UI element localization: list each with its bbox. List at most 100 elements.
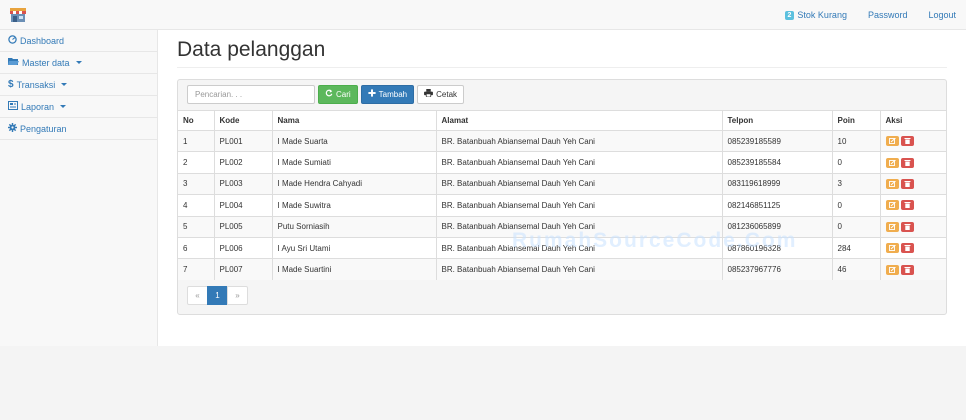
row-number-cell: 2 <box>178 151 214 174</box>
row-nama-cell: I Made Suarta <box>271 129 436 152</box>
sidebar-item-transaksi[interactable]: $ Transaksi <box>0 74 157 96</box>
column-header: Aksi <box>879 110 946 131</box>
row-telpon-cell: 085239185584 <box>721 151 832 174</box>
column-header[interactable]: Telpon <box>721 110 832 131</box>
dollar-icon: $ <box>8 79 14 90</box>
row-aksi-cell <box>879 172 946 195</box>
tambah-button[interactable]: Tambah <box>360 84 415 104</box>
password-link[interactable]: Password <box>868 10 908 20</box>
row-number-cell: 3 <box>178 172 214 195</box>
row-number-cell: 6 <box>178 236 214 259</box>
trash-icon[interactable] <box>900 264 914 275</box>
sidebar-item-label: Transaksi <box>16 79 56 90</box>
trash-icon[interactable] <box>900 221 914 232</box>
edit-icon[interactable] <box>885 243 899 254</box>
toolbar: Cari Tambah Cetak <box>187 84 465 104</box>
plus-icon <box>368 89 376 99</box>
row-aksi-cell <box>879 236 946 259</box>
pagination-prev[interactable]: « <box>187 286 208 305</box>
sidebar-item-laporan[interactable]: Laporan <box>0 96 157 118</box>
row-poin-cell: 10 <box>831 129 880 152</box>
sidebar-item-pengaturan[interactable]: Pengaturan <box>0 118 157 140</box>
row-number-cell: 4 <box>178 194 214 217</box>
edit-icon[interactable] <box>885 136 899 147</box>
trash-icon[interactable] <box>900 200 914 211</box>
stok-kurang-link[interactable]: 2 Stok Kurang <box>784 10 847 20</box>
table-row: 4 PL004 I Made Suwitra BR. Batanbuah Abians… <box>178 194 946 217</box>
report-icon <box>8 101 18 112</box>
table-row: 7 PL007 I Made Suartini BR. Batanbuah Abian… <box>178 258 946 281</box>
row-nama-cell: I Made Suwitra <box>271 194 436 217</box>
row-kode-cell: PL002 <box>213 151 272 174</box>
row-kode-cell: PL003 <box>213 172 272 195</box>
table-row: 1 PL001 I Made Suarta BR. Batanbuah Abianse… <box>178 129 946 152</box>
caret-down-icon <box>61 83 68 86</box>
row-telpon-cell: 085239185589 <box>721 129 832 152</box>
trash-icon[interactable] <box>900 136 914 147</box>
table-row: 3 PL003 I Made Hendra Cahyadi BR. Batanbuah… <box>178 172 946 195</box>
caret-down-icon <box>75 61 82 64</box>
pagination-page[interactable]: 1 <box>207 286 228 305</box>
column-header[interactable]: No <box>178 110 214 131</box>
store-logo-icon[interactable] <box>9 8 27 22</box>
row-poin-cell: 0 <box>831 151 880 174</box>
column-header[interactable]: Nama <box>271 110 436 131</box>
column-header[interactable]: Kode <box>213 110 272 131</box>
row-aksi-cell <box>879 194 946 217</box>
row-telpon-cell: 083119618999 <box>721 172 832 195</box>
row-kode-cell: PL005 <box>213 215 272 238</box>
folder-open-icon <box>8 57 19 68</box>
caret-down-icon <box>60 105 67 108</box>
table-row: 2 PL002 I Made Sumiati BR. Batanbuah Abians… <box>178 151 946 174</box>
column-header[interactable]: Poin <box>831 110 880 131</box>
trash-icon[interactable] <box>900 178 914 189</box>
sidebar-item-master-data[interactable]: Master data <box>0 52 157 74</box>
row-nama-cell: I Made Suartini <box>271 258 436 281</box>
row-alamat-cell: BR. Batanbuah Abiansemal Dauh Yeh Cani <box>435 172 722 195</box>
column-header[interactable]: Alamat <box>435 110 722 131</box>
trash-icon[interactable] <box>900 157 914 168</box>
tambah-label: Tambah <box>378 89 408 99</box>
cari-button[interactable]: Cari <box>318 84 358 104</box>
refresh-icon <box>325 89 333 99</box>
table-header-row: No Kode Nama Alamat Telpon Poin Aksi <box>178 110 946 131</box>
stok-count-badge: 2 <box>784 10 795 20</box>
row-kode-cell: PL007 <box>213 258 272 281</box>
title-divider <box>177 67 947 68</box>
sidebar-item-dashboard[interactable]: Dashboard <box>0 30 157 52</box>
print-icon <box>424 89 434 99</box>
row-nama-cell: I Made Hendra Cahyadi <box>271 172 436 195</box>
edit-icon[interactable] <box>885 178 899 189</box>
row-poin-cell: 284 <box>831 236 880 259</box>
edit-icon[interactable] <box>885 200 899 211</box>
row-nama-cell: Putu Sorniasih <box>271 215 436 238</box>
search-input[interactable] <box>187 84 315 104</box>
pagination-next[interactable]: » <box>227 286 248 305</box>
edit-icon[interactable] <box>885 264 899 275</box>
row-number-cell: 1 <box>178 129 214 152</box>
row-kode-cell: PL004 <box>213 194 272 217</box>
row-alamat-cell: BR. Batanbuah Abiansemal Dauh Yeh Cani <box>435 215 722 238</box>
pagination: « 1 » <box>187 286 248 305</box>
row-alamat-cell: BR. Batanbuah Abiansemal Dauh Yeh Cani <box>435 129 722 152</box>
row-alamat-cell: BR. Batanbuah Abiansemal Dauh Yeh Cani <box>435 258 722 281</box>
row-kode-cell: PL001 <box>213 129 272 152</box>
sidebar-item-label: Pengaturan <box>20 123 67 134</box>
row-poin-cell: 0 <box>831 194 880 217</box>
logout-link[interactable]: Logout <box>928 10 956 20</box>
row-number-cell: 5 <box>178 215 214 238</box>
data-panel: Cari Tambah Cetak No Kode Nama <box>177 79 947 315</box>
row-kode-cell: PL006 <box>213 236 272 259</box>
sidebar-item-label: Master data <box>22 57 70 68</box>
stok-kurang-label: Stok Kurang <box>797 10 847 20</box>
edit-icon[interactable] <box>885 221 899 232</box>
row-aksi-cell <box>879 151 946 174</box>
top-navbar: 2 Stok Kurang Password Logout <box>0 0 966 30</box>
cetak-label: Cetak <box>436 89 458 99</box>
trash-icon[interactable] <box>900 243 914 254</box>
sidebar-item-label: Laporan <box>21 101 55 112</box>
cetak-button[interactable]: Cetak <box>417 84 465 104</box>
pelanggan-table: No Kode Nama Alamat Telpon Poin Aksi 1 PL… <box>178 110 946 281</box>
edit-icon[interactable] <box>885 157 899 168</box>
row-telpon-cell: 082146851125 <box>721 194 832 217</box>
